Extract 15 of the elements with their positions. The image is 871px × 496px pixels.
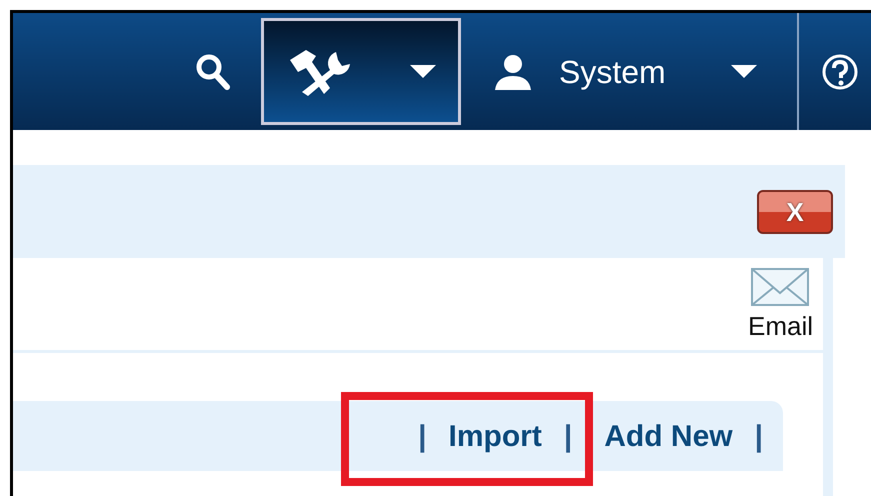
user-menu-button[interactable]: System (461, 13, 797, 130)
separator: | (564, 418, 572, 455)
help-icon (821, 52, 859, 90)
email-link[interactable]: Email (748, 258, 813, 350)
tools-menu-button[interactable] (261, 18, 461, 125)
caret-icon (410, 65, 436, 78)
search-icon (195, 52, 231, 90)
separator: | (754, 418, 763, 455)
toolbar-link[interactable]: Add New (604, 414, 733, 458)
envelope-icon (750, 267, 810, 307)
separator: | (418, 418, 427, 455)
close-button[interactable]: X (757, 190, 833, 234)
toolbar-link[interactable]: Import (448, 414, 542, 458)
user-name: System (559, 52, 666, 92)
caret-icon (731, 65, 757, 78)
